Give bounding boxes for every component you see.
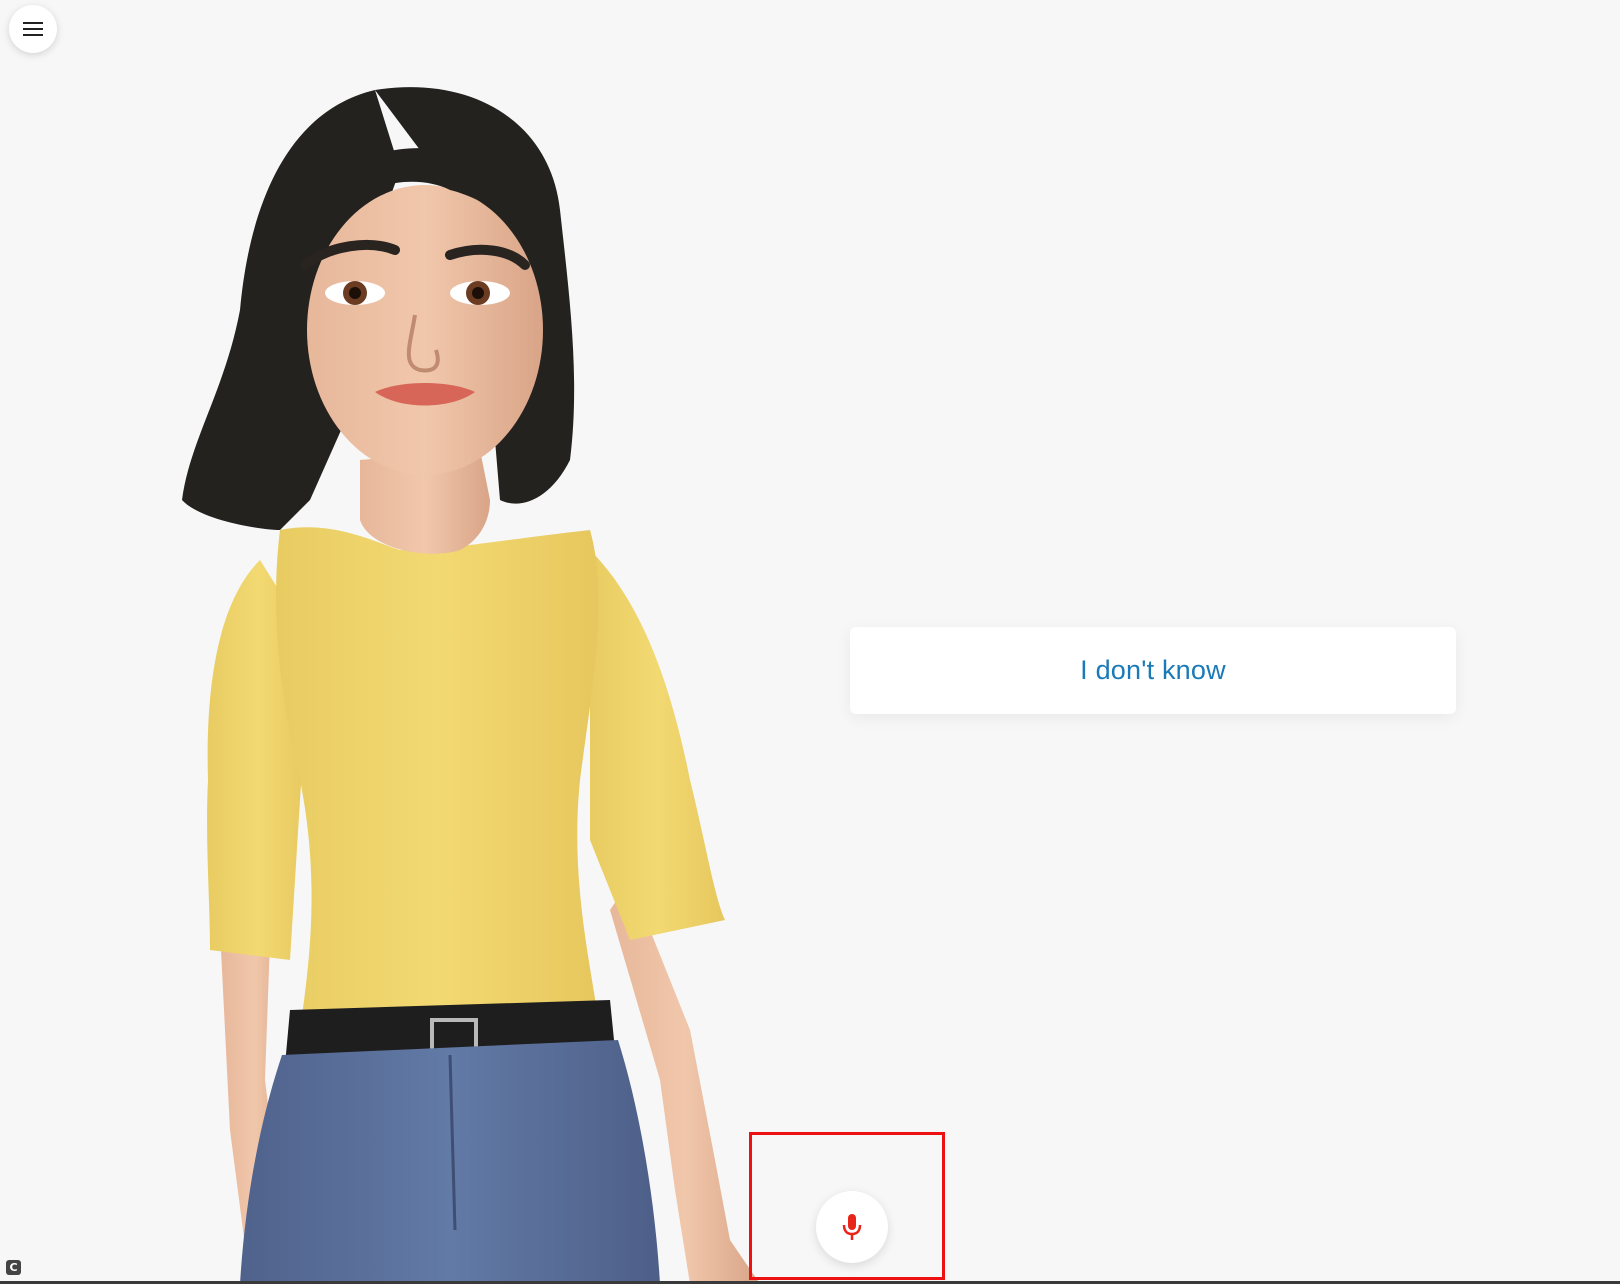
response-option-text: I don't know <box>1080 655 1226 685</box>
microphone-icon <box>842 1214 862 1240</box>
avatar-character <box>182 87 760 1284</box>
corner-badge-icon: C <box>6 1260 21 1275</box>
avatar-stage: I don't know C <box>0 0 1620 1284</box>
response-option-card[interactable]: I don't know <box>850 627 1456 714</box>
mic-button[interactable] <box>816 1191 888 1263</box>
menu-button[interactable] <box>9 5 57 53</box>
hamburger-menu-icon <box>23 22 43 36</box>
